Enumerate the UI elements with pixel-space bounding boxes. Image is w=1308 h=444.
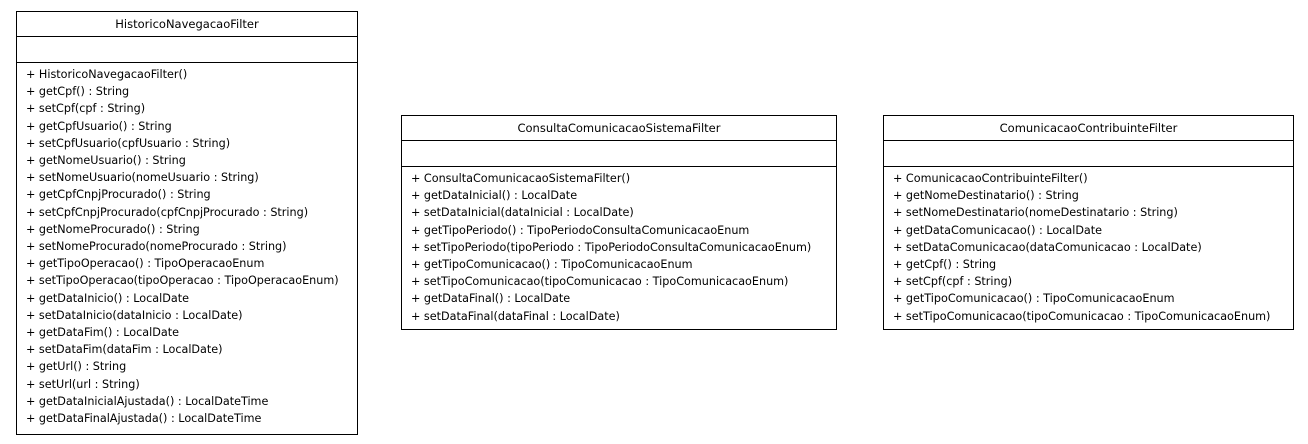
method-signature: + getNomeProcurado() : String — [26, 222, 200, 236]
methods-compartment: + ConsultaComunicacaoSistemaFilter() + ge… — [402, 167, 836, 325]
attributes-compartment — [17, 37, 357, 63]
method-signature: + getCpf() : String — [893, 258, 997, 272]
method-signature: + getTipoComunicacao() : TipoComunicacao… — [411, 258, 693, 272]
method-signature: + getDataInicial() : LocalDate — [411, 189, 578, 203]
class-name: ConsultaComunicacaoSistemaFilter — [402, 116, 836, 141]
method-signature: + getDataFinal() : LocalDate — [411, 292, 571, 306]
method-signature: + HistoricoNavegacaoFilter() — [26, 68, 188, 81]
method-signature: + getCpfCnpjProcurado() : String — [26, 188, 211, 202]
method-signature: + setDataFim(dataFim : LocalDate) — [26, 343, 223, 357]
method-signature: + getCpf() : String — [26, 85, 130, 99]
method-signature: + getTipoPeriodo() : TipoPeriodoConsulta… — [411, 223, 750, 237]
method-signature: + setTipoComunicacao(tipoComunicacao : T… — [411, 275, 789, 289]
method-signature: + setUrl(url : String) — [26, 377, 140, 391]
method-signature: + getDataFim() : LocalDate — [26, 326, 179, 340]
method-signature: + getDataInicialAjustada() : LocalDateTi… — [26, 394, 269, 408]
method-signature: + setNomeUsuario(nomeUsuario : String) — [26, 171, 259, 185]
method-signature: + setCpfUsuario(cpfUsuario : String) — [26, 136, 231, 150]
method-signature: + ComunicacaoContribuinteFilter() — [893, 172, 1088, 185]
method-signature: + setTipoComunicacao(tipoComunicacao : T… — [893, 309, 1271, 323]
method-signature: + setNomeProcurado(nomeProcurado : Strin… — [26, 240, 287, 254]
method-signature: + getNomeDestinatario() : String — [893, 189, 1079, 203]
method-signature: + setNomeDestinatario(nomeDestinatario :… — [893, 206, 1178, 220]
method-signature: + setCpf(cpf : String) — [26, 102, 146, 116]
class-box-historico-navegacao-filter: HistoricoNavegacaoFilter + HistoricoNave… — [16, 11, 358, 435]
method-signature: + getDataComunicacao() : LocalDate — [893, 223, 1103, 237]
class-name: HistoricoNavegacaoFilter — [17, 12, 357, 37]
methods-compartment: + ComunicacaoContribuinteFilter() + getNo… — [884, 167, 1293, 325]
methods-compartment: + HistoricoNavegacaoFilter() + getCpf() :… — [17, 63, 357, 427]
method-signature: + setCpfCnpjProcurado(cpfCnpjProcurado :… — [26, 205, 309, 219]
method-signature: + setDataComunicacao(dataComunicacao : L… — [893, 240, 1202, 254]
method-signature: + setDataInicio(dataInicio : LocalDate) — [26, 308, 243, 322]
method-signature: + setTipoOperacao(tipoOperacao : TipoOpe… — [26, 274, 339, 288]
method-signature: + getTipoOperacao() : TipoOperacaoEnum — [26, 257, 265, 271]
method-signature: + setCpf(cpf : String) — [893, 275, 1013, 289]
method-signature: + ConsultaComunicacaoSistemaFilter() — [411, 172, 631, 185]
class-box-consulta-comunicacao-sistema-filter: ConsultaComunicacaoSistemaFilter + Consu… — [401, 115, 837, 330]
method-signature: + setDataFinal(dataFinal : LocalDate) — [411, 309, 620, 323]
class-name: ComunicacaoContribuinteFilter — [884, 116, 1293, 141]
method-signature: + getNomeUsuario() : String — [26, 154, 186, 168]
method-signature: + getDataInicio() : LocalDate — [26, 291, 189, 305]
method-signature: + setTipoPeriodo(tipoPeriodo : TipoPerio… — [411, 240, 812, 254]
method-signature: + getCpfUsuario() : String — [26, 119, 172, 133]
attributes-compartment — [884, 141, 1293, 167]
class-box-comunicacao-contribuinte-filter: ComunicacaoContribuinteFilter + Comunica… — [883, 115, 1294, 330]
attributes-compartment — [402, 141, 836, 167]
method-signature: + getDataFinalAjustada() : LocalDateTime — [26, 412, 262, 426]
method-signature: + getUrl() : String — [26, 360, 127, 374]
method-signature: + getTipoComunicacao() : TipoComunicacao… — [893, 292, 1175, 306]
method-signature: + setDataInicial(dataInicial : LocalDate… — [411, 206, 634, 220]
